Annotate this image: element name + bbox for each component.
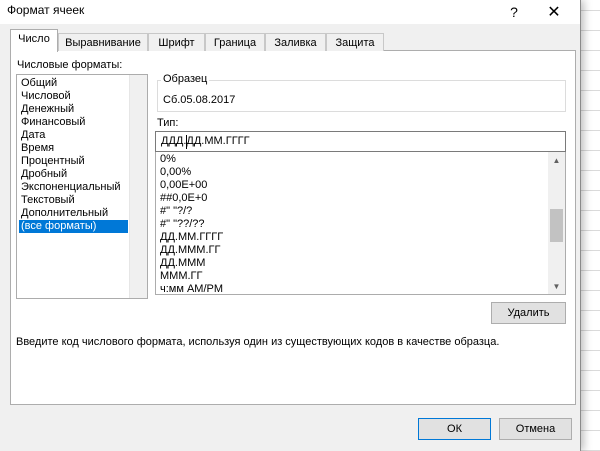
category-item[interactable]: Процентный <box>19 155 85 168</box>
tab-strip: Число Выравнивание Шрифт Граница Заливка… <box>10 29 576 52</box>
tab-alignment[interactable]: Выравнивание <box>58 33 148 51</box>
scroll-down-arrow-icon[interactable]: ▼ <box>548 278 565 294</box>
help-icon: ? <box>510 4 518 20</box>
type-input[interactable]: ДДД.ДД.ММ.ГГГГ <box>155 131 566 152</box>
ok-button[interactable]: ОК <box>418 418 491 440</box>
help-button[interactable]: ? <box>498 0 530 24</box>
format-cells-dialog: Формат ячеек ? ✕ Число Выравнивание Шриф… <box>0 0 581 451</box>
format-code-item[interactable]: 0,00% <box>160 166 191 179</box>
category-item[interactable]: Дата <box>19 129 45 142</box>
tab-border[interactable]: Граница <box>205 33 265 51</box>
category-item[interactable]: Время <box>19 142 54 155</box>
format-code-item[interactable]: #" "?/? <box>160 205 192 218</box>
format-code-item[interactable]: ч:мм AM/PM <box>160 283 223 296</box>
category-item[interactable]: Денежный <box>19 103 74 116</box>
dialog-title: Формат ячеек <box>7 3 85 17</box>
category-item[interactable]: Дробный <box>19 168 67 181</box>
sample-label: Образец <box>161 73 210 85</box>
format-code-item[interactable]: #" "??/?? <box>160 218 205 231</box>
category-list[interactable]: Общий Числовой Денежный Финансовый Дата … <box>16 74 148 299</box>
close-icon: ✕ <box>547 4 561 21</box>
scrollbar-thumb[interactable] <box>550 209 563 242</box>
category-item-selected[interactable]: (все форматы) <box>19 220 128 233</box>
format-code-item[interactable]: 0% <box>160 153 176 166</box>
tab-fill[interactable]: Заливка <box>265 33 326 51</box>
type-input-value: ДДД.ДД.ММ.ГГГГ <box>161 135 250 147</box>
format-list-scrollbar[interactable]: ▲ ▼ <box>548 152 565 294</box>
category-item[interactable]: Экспоненциальный <box>19 181 121 194</box>
tab-number[interactable]: Число <box>10 29 58 52</box>
category-scrollbar[interactable] <box>129 75 147 298</box>
format-code-item[interactable]: 0,00E+00 <box>160 179 207 192</box>
type-label: Тип: <box>157 117 179 129</box>
format-code-list[interactable]: 0% 0,00% 0,00E+00 ##0,0E+0 #" "?/? #" "?… <box>155 152 566 295</box>
title-bar: Формат ячеек ? ✕ <box>0 0 580 24</box>
format-code-item[interactable]: ДД.ММ.ГГГГ <box>160 231 223 244</box>
sample-value: Сб.05.08.2017 <box>163 94 236 106</box>
category-list-label: Числовые форматы: <box>17 59 123 71</box>
cancel-button[interactable]: Отмена <box>499 418 572 440</box>
hint-text: Введите код числового формата, используя… <box>16 336 500 348</box>
close-button[interactable]: ✕ <box>538 0 570 24</box>
category-item[interactable]: Дополнительный <box>19 207 108 220</box>
category-item[interactable]: Числовой <box>19 90 71 103</box>
format-code-item[interactable]: МММ.ГГ <box>160 270 202 283</box>
category-item[interactable]: Текстовый <box>19 194 75 207</box>
format-code-item[interactable]: ДД.МММ <box>160 257 205 270</box>
category-item[interactable]: Общий <box>19 77 57 90</box>
category-item[interactable]: Финансовый <box>19 116 85 129</box>
format-code-item[interactable]: ДД.МММ.ГГ <box>160 244 220 257</box>
scroll-up-arrow-icon[interactable]: ▲ <box>548 152 565 168</box>
tab-font[interactable]: Шрифт <box>148 33 205 51</box>
text-caret <box>186 135 187 149</box>
tab-protection[interactable]: Защита <box>326 33 384 51</box>
delete-button[interactable]: Удалить <box>491 302 566 324</box>
format-code-item[interactable]: ##0,0E+0 <box>160 192 207 205</box>
